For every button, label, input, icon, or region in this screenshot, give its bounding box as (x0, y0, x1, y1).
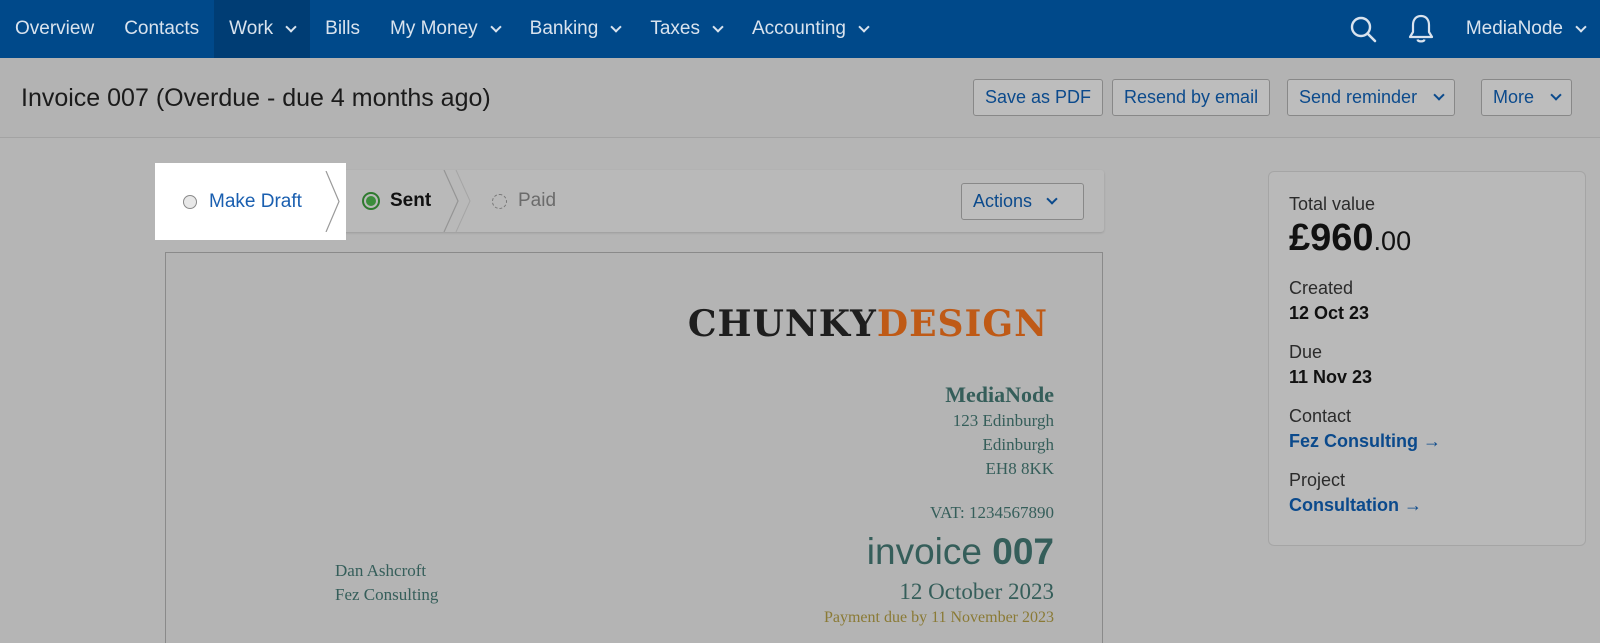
nav-item-taxes[interactable]: Taxes (635, 0, 737, 58)
nav-item-label: Bills (325, 18, 360, 39)
step-sent: Sent (362, 170, 431, 232)
nav-item-label: Overview (15, 18, 95, 39)
nav-item-label: Accounting (751, 18, 846, 39)
draft-radio-icon (183, 194, 197, 209)
nav-item-label: Contacts (124, 18, 200, 39)
recipient-line: Dan Ashcroft (335, 561, 427, 580)
resend-email-label: Resend by email (1124, 87, 1259, 107)
paid-radio-icon (492, 193, 507, 209)
chevron-down-icon (858, 20, 870, 33)
nav-item-label: My Money (390, 18, 478, 39)
send-reminder-button[interactable]: Send reminder (1287, 79, 1456, 116)
chevron-down-icon (610, 20, 622, 33)
chevron-down-icon (712, 20, 724, 33)
sender-name: MediaNode (945, 382, 1054, 407)
recipient-line: Fez Consulting (335, 585, 439, 604)
vat-number: VAT: 1234567890 (930, 503, 1054, 522)
total-value-label: Total value (1289, 194, 1376, 214)
page-title: Invoice 007 (Overdue - due 4 months ago) (21, 84, 491, 112)
invoice-date: 12 October 2023 (899, 579, 1054, 604)
step-paid[interactable]: Paid (492, 170, 556, 232)
chevron-down-icon (1046, 193, 1058, 205)
created-value: 12 Oct 23 (1289, 303, 1370, 323)
invoice-heading: invoice 007 (867, 531, 1054, 573)
created-label: Created (1289, 278, 1354, 298)
contact-link[interactable]: Fez Consulting → (1289, 431, 1565, 452)
nav-right: MediaNode (1334, 0, 1600, 58)
page-header: Invoice 007 (Overdue - due 4 months ago)… (0, 58, 1600, 138)
nav-item-label: Work (229, 18, 274, 39)
user-menu[interactable]: MediaNode (1450, 0, 1600, 58)
sent-label: Sent (390, 190, 432, 211)
chevron-down-icon (489, 20, 502, 33)
resend-email-button[interactable]: Resend by email (1112, 79, 1271, 116)
invoice-summary-panel: Total value £960.00 Created 12 Oct 23 Du… (1268, 171, 1586, 546)
due-block: Due 11 Nov 23 (1289, 342, 1565, 388)
created-block: Created 12 Oct 23 (1289, 278, 1565, 324)
paid-label: Paid (518, 190, 557, 211)
bell-icon[interactable] (1392, 0, 1450, 58)
more-label: More (1493, 87, 1535, 107)
company-logo: CHUNKYDESIGN (688, 303, 1048, 345)
actions-button[interactable]: Actions (961, 183, 1084, 220)
nav-item-bills[interactable]: Bills (310, 0, 375, 58)
make-draft-label: Make Draft (209, 190, 302, 212)
logo-part-1: CHUNKY (687, 303, 877, 345)
actions-label: Actions (973, 191, 1033, 211)
total-value: £960.00 (1289, 217, 1565, 260)
project-block: Project Consultation → (1289, 470, 1565, 516)
chevron-down-icon (285, 20, 297, 33)
step-make-draft[interactable]: Make Draft (155, 163, 346, 240)
nav-item-overview[interactable]: Overview (0, 0, 109, 58)
total-value-cents: .00 (1373, 226, 1412, 256)
sender-line: 123 Edinburgh (952, 411, 1054, 430)
project-link[interactable]: Consultation → (1289, 495, 1565, 516)
nav-item-label: Taxes (650, 18, 700, 39)
contact-block: Contact Fez Consulting → (1289, 406, 1565, 452)
save-pdf-label: Save as PDF (985, 87, 1092, 107)
logo-part-2: DESIGN (876, 303, 1048, 345)
invoice-due-text: Payment due by 11 November 2023 (823, 609, 1054, 626)
save-pdf-button[interactable]: Save as PDF (973, 79, 1104, 116)
sender-address: MediaNode 123 Edinburgh Edinburgh EH8 8K… (945, 381, 1054, 481)
send-reminder-label: Send reminder (1299, 87, 1418, 107)
invoice-number: 007 (992, 531, 1054, 572)
user-menu-label: MediaNode (1465, 18, 1563, 39)
search-icon[interactable] (1334, 0, 1392, 58)
due-label: Due (1289, 342, 1323, 362)
sent-radio-icon (362, 192, 380, 210)
project-label: Project (1289, 470, 1346, 490)
chevron-down-icon (1575, 20, 1587, 33)
invoice-word: invoice (866, 531, 982, 572)
recipient-address: Dan Ashcroft Fez Consulting (335, 559, 438, 607)
invoice-preview: CHUNKYDESIGN MediaNode 123 Edinburgh Edi… (165, 252, 1103, 643)
step-separator-icon (455, 170, 471, 232)
sender-line: EH8 8KK (985, 459, 1054, 478)
nav-item-banking[interactable]: Banking (515, 0, 636, 58)
contact-label: Contact (1289, 406, 1352, 426)
due-value: 11 Nov 23 (1289, 367, 1373, 387)
more-button[interactable]: More (1481, 79, 1573, 116)
nav-item-contacts[interactable]: Contacts (109, 0, 214, 58)
step-make-draft-inner: Make Draft (163, 171, 338, 232)
chevron-down-icon (1550, 89, 1562, 101)
total-value-main: £960 (1289, 217, 1374, 259)
sender-line: Edinburgh (982, 435, 1054, 454)
top-nav: Overview Contacts Work Bills My Money Ba… (0, 0, 1600, 58)
nav-item-accounting[interactable]: Accounting (737, 0, 883, 58)
chevron-down-icon (1433, 89, 1445, 101)
nav-item-my-money[interactable]: My Money (375, 0, 515, 58)
nav-item-work[interactable]: Work (214, 0, 311, 58)
nav-item-label: Banking (529, 18, 599, 39)
step-separator-icon (325, 171, 340, 232)
